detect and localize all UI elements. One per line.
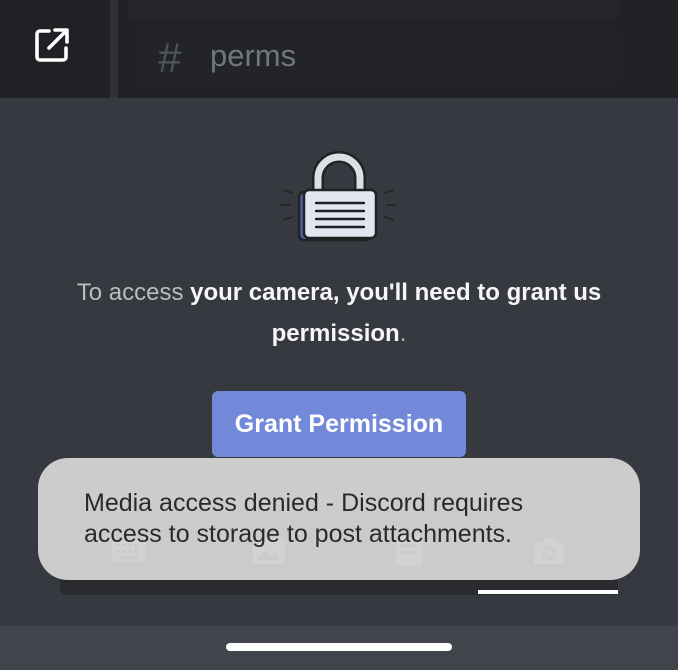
hash-icon: #	[158, 34, 182, 81]
permission-text-bold: your camera, you'll need to grant us per…	[190, 279, 602, 347]
top-bar-divider	[110, 0, 118, 98]
toast-message: Media access denied - Discord requires a…	[38, 458, 640, 580]
top-bar: # perms	[0, 0, 678, 98]
grant-permission-button[interactable]: Grant Permission	[212, 391, 466, 457]
permission-text-lead: To access	[76, 279, 191, 306]
channel-header[interactable]: # perms	[136, 24, 618, 88]
open-external-icon[interactable]	[34, 27, 70, 63]
permission-text-tail: .	[399, 320, 407, 347]
top-bar-strip	[128, 0, 618, 20]
home-indicator[interactable]	[226, 643, 452, 651]
lock-icon	[280, 151, 397, 242]
channel-name: perms	[210, 38, 297, 73]
permission-message: To access your camera, you'll need to gr…	[40, 272, 638, 354]
tray-tab-indicator	[478, 590, 618, 594]
